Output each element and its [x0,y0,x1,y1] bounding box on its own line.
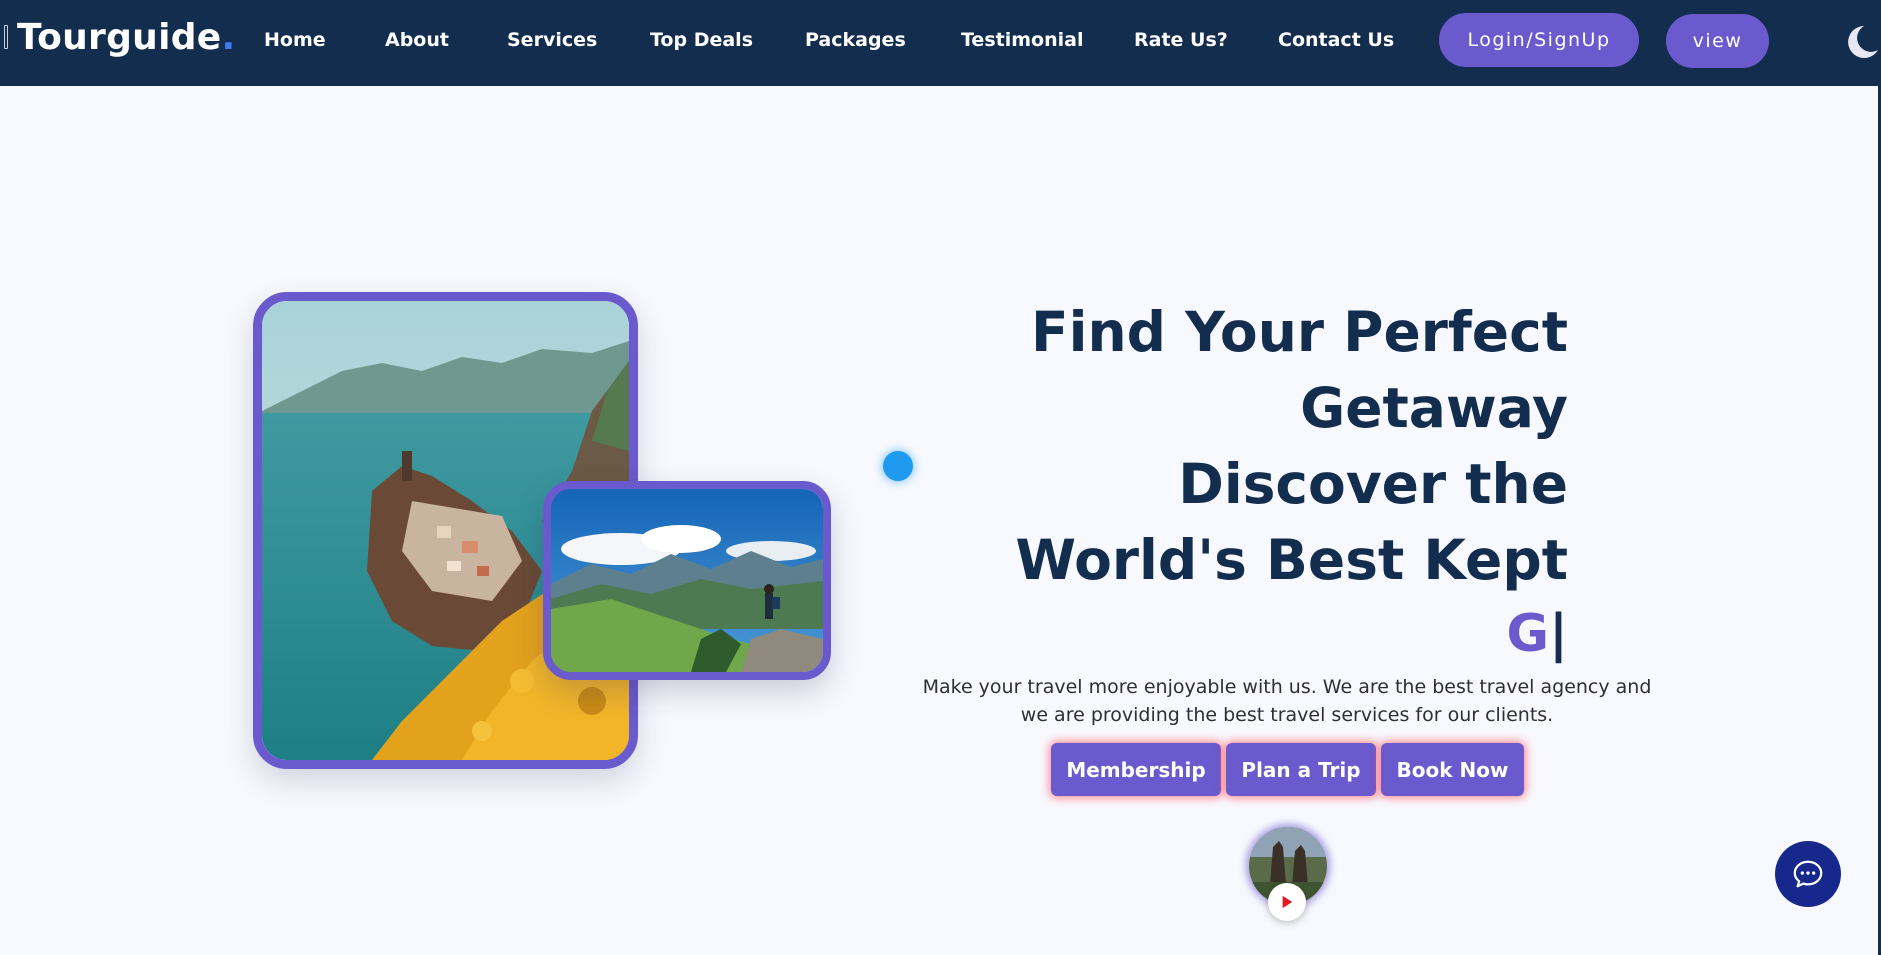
hero-image-mountain-hiker [543,481,831,680]
nav-link-home[interactable]: Home [264,29,326,51]
hero-heading-line-4: World's Best Kept [1015,528,1568,592]
membership-button[interactable]: Membership [1051,743,1221,796]
login-signup-button[interactable]: Login/SignUp [1439,13,1639,67]
nav-edge-marker [4,25,8,49]
moon-icon[interactable] [1840,22,1880,62]
nav-link-rate-us[interactable]: Rate Us? [1134,29,1228,51]
hero-heading: Find Your Perfect Getaway Discover the W… [968,294,1568,598]
typed-text: G| [1506,604,1568,664]
hero-description: Make your travel more enjoyable with us.… [922,676,1652,726]
decorative-dot [883,451,913,481]
hero-heading-line-1: Find Your Perfect [1031,300,1568,364]
brand-name: Tourguide [17,17,222,58]
nav-link-about[interactable]: About [385,29,449,51]
chat-button[interactable] [1775,841,1841,907]
hero-heading-line-2: Getaway [1300,376,1568,440]
brand-dot: . [221,17,236,58]
navbar: Tourguide. Home About Services Top Deals… [0,0,1881,86]
nav-link-contact-us[interactable]: Contact Us [1278,29,1394,51]
plan-a-trip-button[interactable]: Plan a Trip [1226,743,1376,796]
chat-bubble-icon [1793,860,1823,888]
nav-link-services[interactable]: Services [507,29,597,51]
nav-link-testimonial[interactable]: Testimonial [961,29,1083,51]
nav-link-packages[interactable]: Packages [805,29,906,51]
book-now-button[interactable]: Book Now [1381,743,1524,796]
typed-text-value: G [1506,604,1549,664]
play-video-button[interactable] [1268,883,1306,921]
play-icon [1282,895,1293,909]
hero-heading-line-3: Discover the [1178,452,1568,516]
brand-logo[interactable]: Tourguide. [17,17,236,58]
view-button[interactable]: view [1666,14,1769,68]
nav-link-top-deals[interactable]: Top Deals [650,29,753,51]
typing-cursor: | [1549,604,1568,664]
